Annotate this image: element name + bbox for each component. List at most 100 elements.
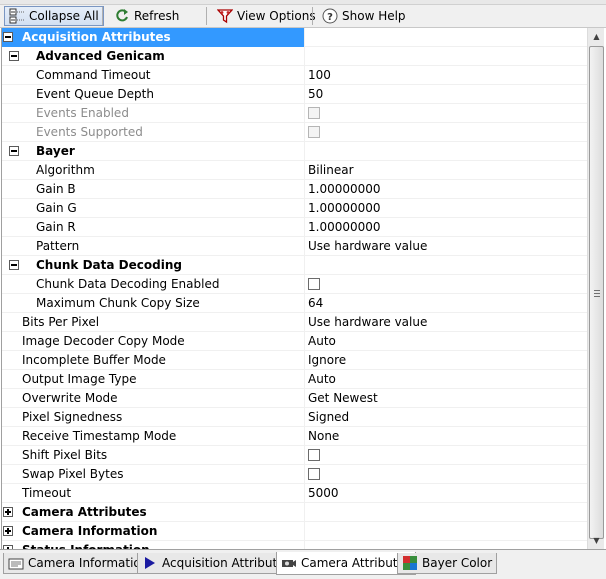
property-checkbox [308,107,320,119]
tab-camera-information[interactable]: Camera Information [3,553,154,574]
property-value: Ignore [308,353,347,367]
property-row[interactable]: Chunk Data Decoding Enabled [2,275,587,294]
property-row[interactable]: Gain R 1.00000000 [2,218,587,237]
category-row[interactable]: Status Information [2,541,587,549]
property-row[interactable]: Pixel Signedness Signed [2,408,587,427]
property-value-cell[interactable] [308,541,586,549]
property-row[interactable]: Image Decoder Copy Mode Auto [2,332,587,351]
property-value-cell[interactable] [308,47,586,66]
property-name-cell: Receive Timestamp Mode [2,427,305,446]
property-value-cell[interactable]: Bilinear [308,161,586,180]
property-name: Timeout [22,486,72,500]
property-value-cell[interactable] [308,275,586,294]
property-value: None [308,429,340,443]
category-row[interactable]: Advanced Genicam [2,47,587,66]
property-row[interactable]: Events Enabled [2,104,587,123]
property-checkbox[interactable] [308,449,320,461]
property-row[interactable]: Pattern Use hardware value [2,237,587,256]
property-name: Events Enabled [36,106,129,120]
property-value: Use hardware value [308,239,428,253]
property-value-cell[interactable]: Use hardware value [308,313,586,332]
property-row[interactable]: Swap Pixel Bytes [2,465,587,484]
property-name-cell: Camera Attributes [2,503,305,522]
property-value-cell[interactable] [308,28,586,47]
property-value-cell[interactable]: 1.00000000 [308,199,586,218]
collapse-minus-icon[interactable] [3,32,13,42]
property-row[interactable]: Shift Pixel Bits [2,446,587,465]
category-row[interactable]: Chunk Data Decoding [2,256,587,275]
property-row[interactable]: Gain G 1.00000000 [2,199,587,218]
property-row[interactable]: Receive Timestamp Mode None [2,427,587,446]
property-value-cell[interactable]: Use hardware value [308,237,586,256]
category-row[interactable]: Acquisition Attributes [2,28,587,47]
collapse-all-button[interactable]: Collapse All [4,6,104,26]
scroll-down-arrow-icon[interactable]: ▼ [588,532,605,549]
property-name-cell: Pixel Signedness [2,408,305,427]
property-row[interactable]: Event Queue Depth 50 [2,85,587,104]
collapse-minus-icon[interactable] [9,146,19,156]
property-row[interactable]: Incomplete Buffer Mode Ignore [2,351,587,370]
property-value-cell[interactable]: 50 [308,85,586,104]
expand-plus-icon[interactable] [3,507,13,517]
property-value-cell[interactable] [308,104,586,123]
scrollbar-thumb[interactable] [589,46,604,539]
property-checkbox[interactable] [308,278,320,290]
show-help-button[interactable]: ? Show Help [318,6,410,26]
property-row[interactable]: Algorithm Bilinear [2,161,587,180]
category-row[interactable]: Bayer [2,142,587,161]
property-value-cell[interactable] [308,522,586,541]
vertical-scrollbar[interactable]: ▲ ▼ [587,28,604,549]
property-value-cell[interactable] [308,446,586,465]
property-row[interactable]: Maximum Chunk Copy Size 64 [2,294,587,313]
property-row[interactable]: Gain B 1.00000000 [2,180,587,199]
collapse-minus-icon[interactable] [9,51,19,61]
property-row[interactable]: Command Timeout 100 [2,66,587,85]
property-value-cell[interactable]: Auto [308,332,586,351]
property-row[interactable]: Events Supported [2,123,587,142]
property-row[interactable]: Overwrite Mode Get Newest [2,389,587,408]
view-options-button[interactable]: View Options [213,6,320,26]
property-row[interactable]: Output Image Type Auto [2,370,587,389]
property-value-cell[interactable]: Get Newest [308,389,586,408]
property-value: 1.00000000 [308,220,381,234]
property-value-cell[interactable]: Ignore [308,351,586,370]
tab-acquisition-attributes[interactable]: Acquisition Attributes [137,553,296,574]
category-row[interactable]: Camera Attributes [2,503,587,522]
property-value-cell[interactable] [308,465,586,484]
property-value-cell[interactable] [308,503,586,522]
property-value-cell[interactable]: Signed [308,408,586,427]
tab-bayer-color[interactable]: Bayer Color [397,553,498,574]
refresh-label: Refresh [134,9,180,23]
bottom-tab-bar: Camera Information Acquisition Attribute… [0,549,606,579]
property-name-cell: Chunk Data Decoding Enabled [2,275,305,294]
property-value-cell[interactable] [308,142,586,161]
property-name-cell: Bits Per Pixel [2,313,305,332]
property-value-cell[interactable]: 5000 [308,484,586,503]
property-name-cell: Camera Information [2,522,305,541]
scroll-up-arrow-icon[interactable]: ▲ [588,28,605,45]
property-value-cell[interactable]: 64 [308,294,586,313]
collapse-minus-icon[interactable] [9,260,19,270]
expand-plus-icon[interactable] [3,526,13,536]
property-value-cell[interactable] [308,123,586,142]
property-value-cell[interactable]: None [308,427,586,446]
property-name: Gain G [36,201,77,215]
refresh-button[interactable]: Refresh [110,6,183,26]
property-checkbox[interactable] [308,468,320,480]
property-row[interactable]: Bits Per Pixel Use hardware value [2,313,587,332]
property-row[interactable]: Timeout 5000 [2,484,587,503]
category-row[interactable]: Camera Information [2,522,587,541]
tab-camera-attributes[interactable]: Camera Attributes [276,552,417,575]
property-value-cell[interactable]: Auto [308,370,586,389]
property-value-cell[interactable] [308,256,586,275]
property-name: Bits Per Pixel [22,315,100,329]
property-name: Incomplete Buffer Mode [22,353,166,367]
property-value-cell[interactable]: 1.00000000 [308,218,586,237]
tab-label: Camera Attributes [301,556,412,570]
property-value: 5000 [308,486,339,500]
help-question-icon: ? [322,8,338,24]
property-value-cell[interactable]: 1.00000000 [308,180,586,199]
property-value-cell[interactable]: 100 [308,66,586,85]
toolbar-separator [206,7,207,25]
property-name-cell: Events Supported [2,123,305,142]
